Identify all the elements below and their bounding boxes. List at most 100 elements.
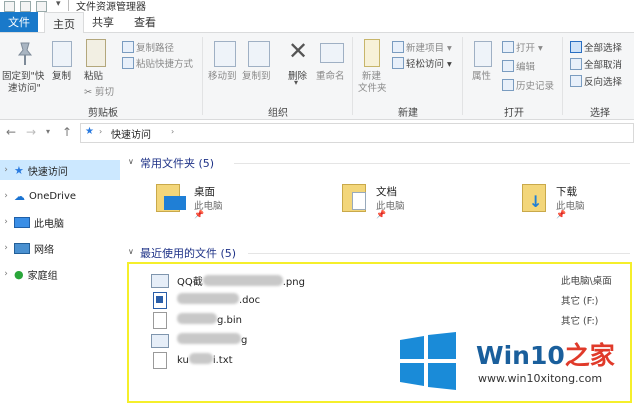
expand-chevron-icon[interactable]: › <box>0 191 12 201</box>
tab-home[interactable]: 主页 <box>44 12 84 34</box>
paste-shortcut-button[interactable]: 粘贴快捷方式 <box>122 56 193 70</box>
rename-button[interactable]: 重命名 <box>316 68 345 82</box>
ribbon-separator <box>562 37 563 115</box>
folder-tile-documents[interactable]: 文档 此电脑 📌 <box>338 180 498 224</box>
redacted-name <box>177 293 239 304</box>
file-name: g <box>177 333 247 346</box>
expand-chevron-icon[interactable]: › <box>0 243 12 253</box>
delete-dropdown-icon[interactable]: ▾ <box>294 78 298 87</box>
cut-button[interactable]: ✂ 剪切 <box>84 84 114 98</box>
new-item-button[interactable]: 新建项目 ▾ <box>392 40 452 54</box>
invert-selection-button[interactable]: 反向选择 <box>570 74 622 88</box>
edit-button[interactable]: 编辑 <box>502 59 535 73</box>
expand-chevron-icon[interactable]: › <box>0 165 12 175</box>
select-all-label: 全部选择 <box>584 43 623 54</box>
select-none-label: 全部取消 <box>584 60 623 71</box>
up-arrow-icon[interactable]: ↑ <box>62 125 72 139</box>
nav-this-pc[interactable]: › 此电脑 <box>0 212 120 232</box>
watermark-brand-a: Win10 <box>476 341 565 370</box>
invert-selection-icon <box>570 75 582 87</box>
easy-access-button[interactable]: 轻松访问 ▾ <box>392 56 452 70</box>
redacted-name <box>177 313 217 324</box>
move-to-button[interactable]: 移动到 <box>208 68 237 82</box>
folder-tile-desktop[interactable]: 桌面 此电脑 📌 <box>152 180 312 224</box>
cut-label: 剪切 <box>95 87 115 98</box>
invert-selection-label: 反向选择 <box>584 77 623 88</box>
file-icon <box>153 312 167 329</box>
select-all-button[interactable]: 全部选择 <box>570 40 622 54</box>
folder-icon <box>4 1 15 12</box>
new-folder-icon <box>364 39 380 67</box>
file-location: 其它 (F:) <box>561 296 599 307</box>
easy-access-label: 轻松访问 <box>406 59 445 70</box>
ribbon-separator <box>202 37 203 115</box>
redacted-name <box>188 353 213 364</box>
edit-icon <box>502 60 514 72</box>
forward-arrow-icon[interactable]: → <box>26 125 36 139</box>
recent-files-header[interactable]: 最近使用的文件 (5) <box>140 245 236 261</box>
windows-logo-icon <box>400 332 456 390</box>
nav-homegroup[interactable]: › ● 家庭组 <box>0 264 120 284</box>
folder-tile-downloads[interactable]: ↓ 下载 此电脑 📌 <box>518 180 628 224</box>
file-location: 其它 (F:) <box>561 316 599 327</box>
nav-label: 家庭组 <box>27 270 58 282</box>
open-button[interactable]: 打开 ▾ <box>502 40 543 54</box>
properties-quick-icon[interactable] <box>20 1 31 12</box>
expand-chevron-icon[interactable]: › <box>0 217 12 227</box>
nav-quick-access[interactable]: › ★ 快速访问 <box>0 160 120 180</box>
paste-icon <box>86 39 106 67</box>
desktop-screen-icon <box>164 196 186 210</box>
organize-group-label: 组织 <box>268 108 288 119</box>
list-item[interactable]: .doc 其它 (F:) <box>129 290 629 310</box>
tab-file[interactable]: 文件 <box>0 12 38 32</box>
copy-to-button[interactable]: 复制到 <box>242 68 271 82</box>
watermark-url: www.win10xitong.com <box>478 372 603 385</box>
copy-to-icon <box>248 41 270 67</box>
nav-onedrive[interactable]: › ☁ OneDrive <box>0 186 120 206</box>
nav-label: OneDrive <box>29 190 77 202</box>
new-folder-label-2[interactable]: 文件夹 <box>358 80 387 94</box>
properties-button[interactable]: 属性 <box>472 68 491 82</box>
ribbon-separator <box>462 37 463 115</box>
ribbon-tabs: 文件 主页 共享 查看 <box>0 12 634 34</box>
tab-share[interactable]: 共享 <box>86 12 120 32</box>
document-sheet-icon <box>352 192 366 210</box>
text-file-icon <box>153 352 167 369</box>
new-folder-quick-icon[interactable] <box>36 1 47 12</box>
history-icon <box>502 79 514 91</box>
new-group-label: 新建 <box>398 108 418 119</box>
collapse-chevron-icon[interactable]: ∨ <box>128 157 134 166</box>
pin-icon <box>17 42 33 65</box>
paste-button[interactable]: 粘贴 <box>84 68 103 82</box>
copy-button[interactable]: 复制 <box>52 68 71 82</box>
nav-network[interactable]: › 网络 <box>0 238 120 258</box>
copy-icon <box>52 41 72 67</box>
chevron-right-icon: › <box>171 127 175 136</box>
list-item[interactable]: QQ截 .png 此电脑\桌面 <box>129 270 629 290</box>
back-arrow-icon[interactable]: ← <box>6 125 16 139</box>
pin-icon: 📌 <box>376 210 386 219</box>
frequent-folders-header[interactable]: 常用文件夹 (5) <box>140 155 214 171</box>
tab-view[interactable]: 查看 <box>128 12 162 32</box>
file-name-prefix: QQ截 <box>177 277 203 288</box>
address-bar[interactable]: ★ › 快速访问 › <box>80 123 634 143</box>
recent-locations-icon[interactable]: ▾ <box>46 127 50 136</box>
history-button[interactable]: 历史记录 <box>502 78 554 92</box>
image-file-icon <box>151 334 169 348</box>
pin-icon: 📌 <box>194 210 204 219</box>
select-none-button[interactable]: 全部取消 <box>570 57 622 71</box>
properties-icon <box>474 41 492 67</box>
open-label: 打开 <box>516 43 536 54</box>
customize-qat-icon[interactable]: ▾ <box>56 0 61 9</box>
easy-access-icon <box>392 57 404 69</box>
list-item[interactable]: g.bin 其它 (F:) <box>129 310 629 330</box>
pin-label-2: 速访问" <box>8 83 41 94</box>
collapse-chevron-icon[interactable]: ∨ <box>128 247 134 256</box>
copy-path-button[interactable]: 复制路径 <box>122 40 174 54</box>
download-arrow-icon: ↓ <box>529 192 543 211</box>
select-group-label: 选择 <box>590 108 610 119</box>
watermark-brand-b: 之家 <box>564 341 615 370</box>
new-item-label: 新建项目 <box>406 43 445 54</box>
expand-chevron-icon[interactable]: › <box>0 269 12 279</box>
folder-name: 下载 <box>556 186 577 198</box>
